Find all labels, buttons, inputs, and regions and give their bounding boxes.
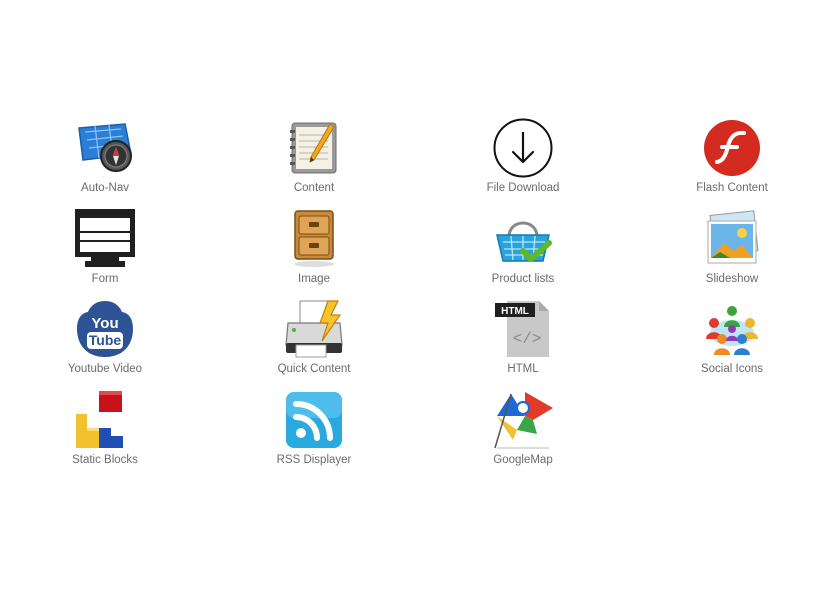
html-file-icon: HTML </> [493,299,553,359]
block-tile-slideshow[interactable]: Slideshow [672,199,792,287]
block-tile-product-lists[interactable]: Product lists [463,199,583,287]
block-tile-quick-content[interactable]: Quick Content [254,289,374,377]
auto-nav-map-compass-icon [75,118,135,178]
block-label: HTML [507,363,539,375]
block-label: GoogleMap [493,453,553,466]
filing-cabinet-icon [284,209,344,269]
block-tile-flash-content[interactable]: Flash Content [672,108,792,196]
block-label: Static Blocks [72,453,138,466]
block-tile-content[interactable]: Content [254,108,374,196]
svg-text:</>: </> [513,330,542,348]
svg-text:Tube: Tube [89,332,122,348]
block-label: Slideshow [705,272,759,285]
block-tile-file-download[interactable]: File Download [463,108,583,196]
block-label: Quick Content [277,363,351,375]
svg-text:HTML: HTML [501,306,529,317]
block-row: You Tube Youtube Video Quick Content HTM… [0,289,818,380]
block-tile-social-icons[interactable]: Social Icons [672,289,792,377]
printer-lightning-icon [284,299,344,359]
block-label: Image [298,272,330,285]
block-label: Form [91,272,119,285]
block-label: RSS Displayer [276,453,352,466]
notepad-pencil-icon [284,118,344,178]
block-row: Auto-Nav Content File Download Flash Con… [0,108,818,199]
block-tile-googlemap[interactable]: GoogleMap [463,380,583,468]
download-arrow-circle-icon [493,118,553,178]
social-people-icon [702,299,762,359]
block-label: Auto-Nav [81,182,129,194]
block-row: Form Image Product lists Slideshow [0,199,818,290]
google-map-pin-icon [493,390,553,450]
block-tile-rss-displayer[interactable]: RSS Displayer [254,380,374,468]
rss-icon [284,390,344,450]
monitor-form-icon [75,208,135,269]
block-label: Product lists [491,272,555,285]
block-tile-youtube-video[interactable]: You Tube Youtube Video [45,289,165,377]
block-row: Static Blocks RSS Displayer GoogleMap [0,380,818,471]
block-label: Social Icons [700,363,763,375]
block-type-grid: Auto-Nav Content File Download Flash Con… [0,108,818,470]
block-label: Flash Content [696,182,768,194]
block-tile-image[interactable]: Image [254,199,374,287]
shopping-basket-check-icon [493,209,553,269]
block-tile-html[interactable]: HTML </> HTML [463,289,583,377]
block-label: Content [293,182,335,194]
adobe-flash-icon [702,118,762,178]
block-label: File Download [486,182,560,194]
svg-text:You: You [91,315,118,332]
block-tile-static-blocks[interactable]: Static Blocks [45,380,165,468]
photo-stack-icon [702,209,762,269]
block-tile-form[interactable]: Form [45,199,165,287]
youtube-icon: You Tube [75,299,135,359]
block-label: Youtube Video [67,363,143,375]
colored-blocks-icon [75,390,135,450]
block-tile-auto-nav[interactable]: Auto-Nav [45,108,165,196]
